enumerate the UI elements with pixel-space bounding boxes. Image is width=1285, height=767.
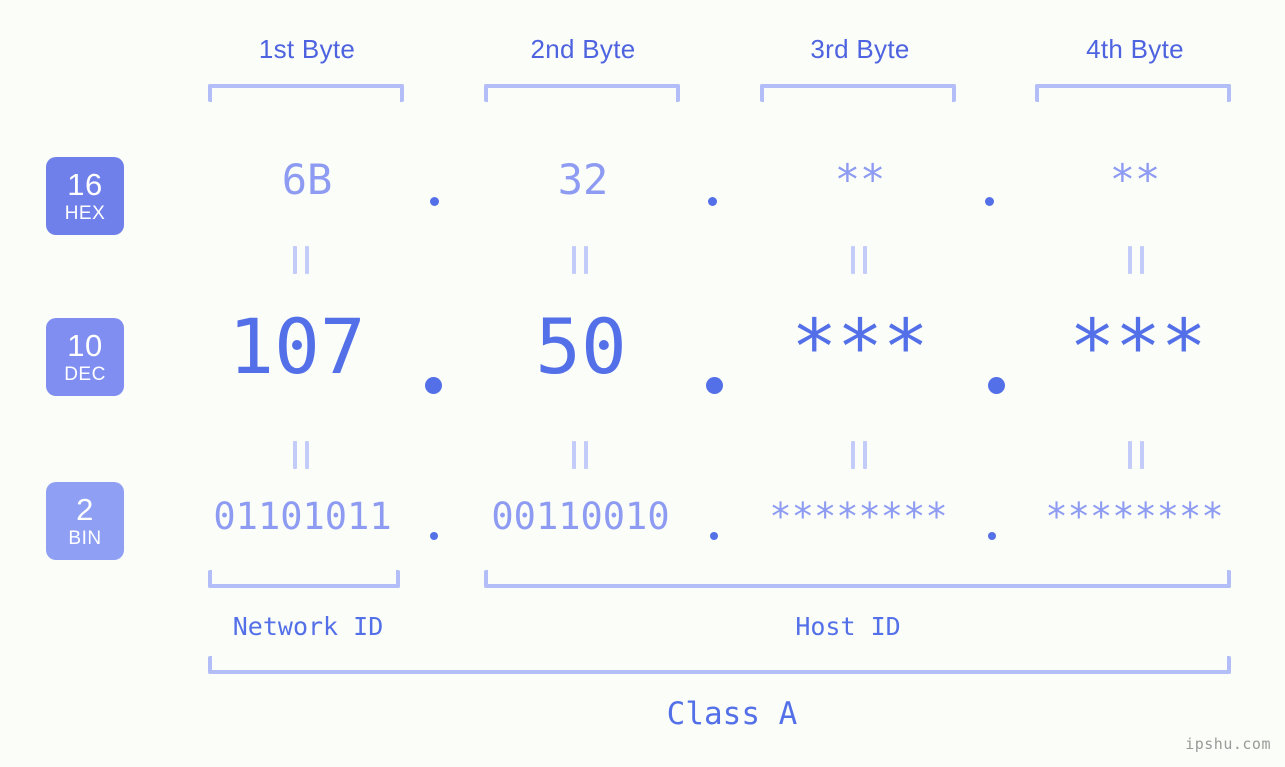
equals-hex-dec-1 <box>293 246 309 274</box>
dec-byte-2: 50 <box>535 302 627 391</box>
network-id-label: Network ID <box>232 612 384 641</box>
ip-address-diagram: 1st Byte 2nd Byte 3rd Byte 4th Byte 16 H… <box>0 0 1285 767</box>
site-watermark: ipshu.com <box>1185 735 1271 753</box>
class-label: Class A <box>666 696 798 732</box>
hex-dot-3 <box>985 197 994 206</box>
class-bracket <box>208 656 1231 674</box>
hex-byte-3: ** <box>834 155 886 204</box>
base-badge-bin-number: 2 <box>76 492 94 527</box>
hex-dot-2 <box>708 197 717 206</box>
hex-byte-2: 32 <box>557 155 609 204</box>
equals-dec-bin-3 <box>851 441 867 469</box>
equals-dec-bin-4 <box>1128 441 1144 469</box>
network-id-bracket <box>208 570 400 588</box>
byte-header-2: 2nd Byte <box>530 34 636 64</box>
equals-hex-dec-3 <box>851 246 867 274</box>
byte-bracket-2 <box>484 84 680 102</box>
base-badge-bin-label: BIN <box>68 528 102 549</box>
base-badge-bin: 2 BIN <box>46 482 124 560</box>
byte-bracket-4 <box>1035 84 1231 102</box>
bin-byte-3: ******** <box>769 495 948 538</box>
dec-dot-2 <box>706 377 723 394</box>
bin-dot-2 <box>710 532 718 540</box>
base-badge-dec-number: 10 <box>67 328 103 363</box>
byte-header-4: 4th Byte <box>1086 34 1184 64</box>
hex-byte-4: ** <box>1109 155 1161 204</box>
host-id-label: Host ID <box>795 612 901 641</box>
host-id-bracket <box>484 570 1231 588</box>
dec-byte-4: *** <box>1069 302 1207 391</box>
dec-dot-1 <box>425 377 442 394</box>
hex-dot-1 <box>430 197 439 206</box>
byte-header-1: 1st Byte <box>258 34 356 64</box>
bin-byte-4: ******** <box>1045 495 1224 538</box>
base-badge-hex-number: 16 <box>67 167 103 202</box>
byte-bracket-1 <box>208 84 404 102</box>
dec-dot-3 <box>988 377 1005 394</box>
hex-byte-1: 6B <box>281 155 333 204</box>
dec-byte-3: *** <box>791 302 929 391</box>
equals-hex-dec-4 <box>1128 246 1144 274</box>
bin-byte-1: 01101011 <box>213 495 392 538</box>
bin-byte-2: 00110010 <box>491 495 670 538</box>
byte-header-3: 3rd Byte <box>810 34 910 64</box>
base-badge-dec: 10 DEC <box>46 318 124 396</box>
base-badge-hex: 16 HEX <box>46 157 124 235</box>
equals-hex-dec-2 <box>572 246 588 274</box>
equals-dec-bin-2 <box>572 441 588 469</box>
byte-bracket-3 <box>760 84 956 102</box>
equals-dec-bin-1 <box>293 441 309 469</box>
bin-dot-3 <box>988 532 996 540</box>
base-badge-hex-label: HEX <box>64 203 106 224</box>
bin-dot-1 <box>430 532 438 540</box>
base-badge-dec-label: DEC <box>64 364 106 385</box>
dec-byte-1: 107 <box>228 302 366 391</box>
